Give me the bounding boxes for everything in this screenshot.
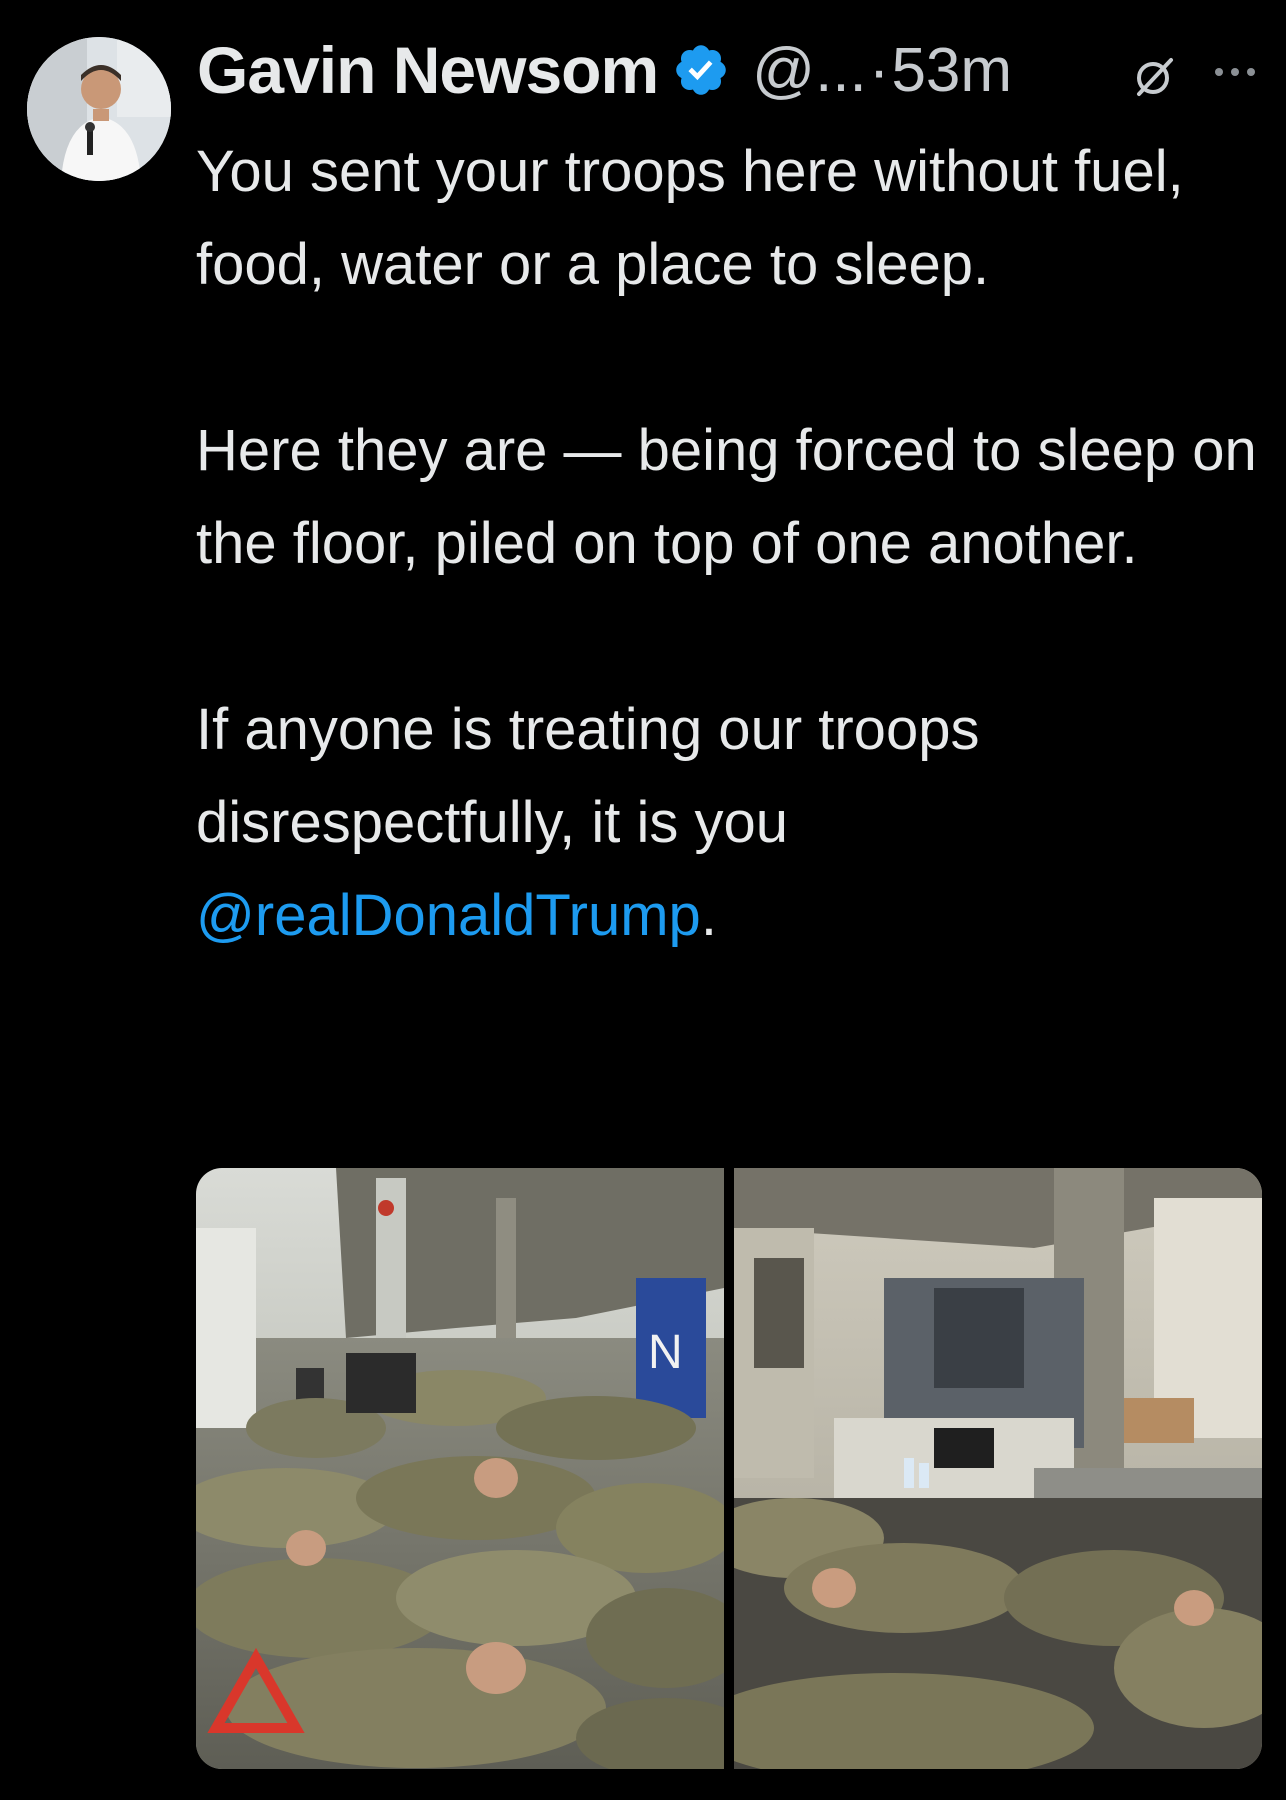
tweet-paragraph-3: If anyone is treating our troops disresp… bbox=[196, 683, 1266, 962]
tweet-paragraph-3-text: If anyone is treating our troops disresp… bbox=[196, 697, 980, 855]
bin-sign-letter: N bbox=[648, 1326, 683, 1379]
grok-icon[interactable] bbox=[1133, 54, 1177, 98]
mention-link[interactable]: @realDonaldTrump bbox=[196, 883, 701, 948]
avatar-image bbox=[27, 37, 171, 181]
tweet-text: You sent your troops here without fuel, … bbox=[196, 125, 1266, 962]
author-name[interactable]: Gavin Newsom bbox=[197, 32, 659, 108]
verified-badge-icon[interactable] bbox=[672, 41, 730, 99]
tweet-paragraph-1: You sent your troops here without fuel, … bbox=[196, 139, 1184, 297]
author-handle[interactable]: @... bbox=[752, 35, 867, 106]
media-grid: N bbox=[196, 1168, 1262, 1769]
timestamp[interactable]: 53m bbox=[891, 35, 1012, 106]
tweet-header: Gavin Newsom @... · 53m bbox=[197, 30, 1012, 110]
mention-suffix: . bbox=[700, 883, 717, 948]
avatar[interactable] bbox=[27, 37, 171, 181]
separator-dot: · bbox=[868, 35, 890, 105]
more-options-icon[interactable] bbox=[1212, 62, 1258, 82]
tweet-paragraph-2: Here they are — being forced to sleep on… bbox=[196, 418, 1257, 576]
photo-left[interactable]: N bbox=[196, 1168, 724, 1769]
photo-right[interactable] bbox=[734, 1168, 1262, 1769]
